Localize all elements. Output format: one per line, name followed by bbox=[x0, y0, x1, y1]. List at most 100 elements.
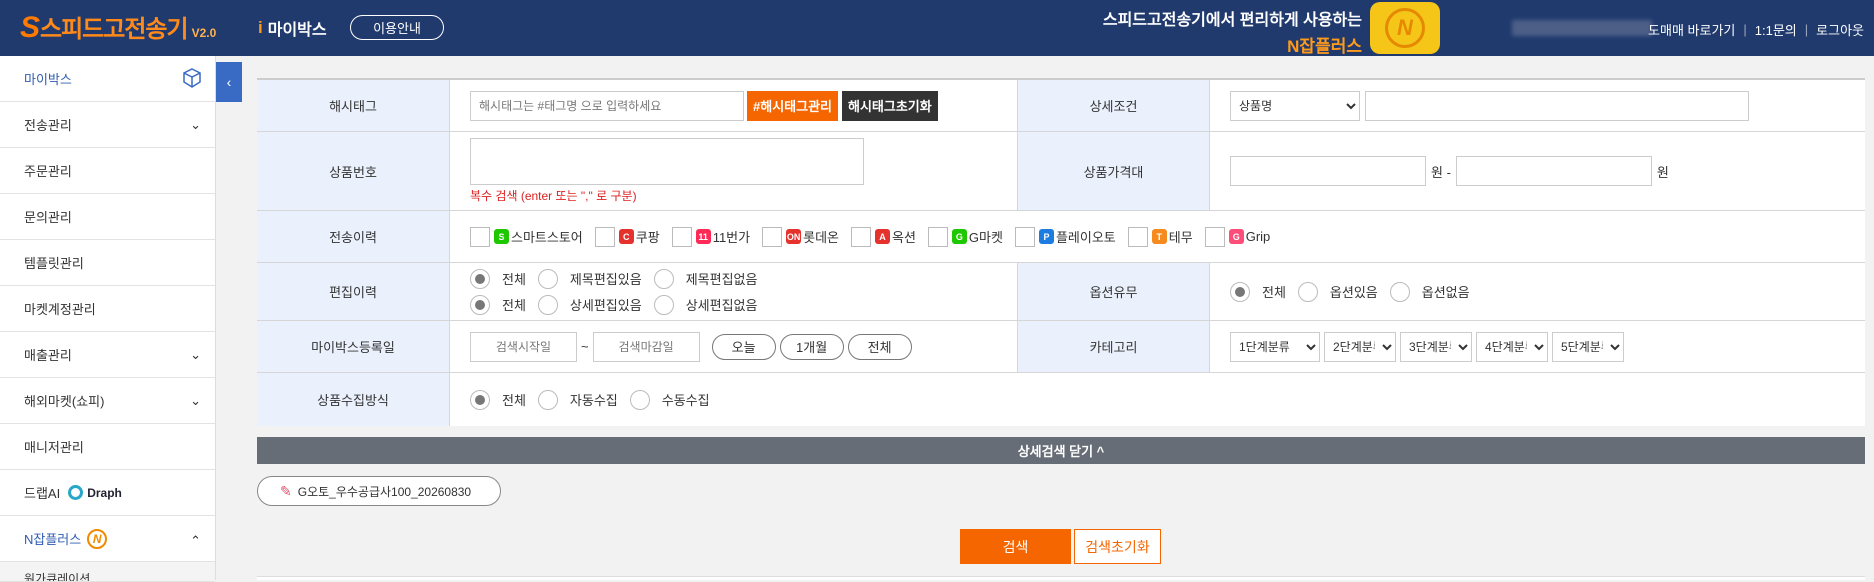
market-checkbox[interactable] bbox=[927, 226, 948, 247]
sidebar-item-cost-curation[interactable]: 원가큐레이션 bbox=[0, 562, 215, 582]
link-separator: | bbox=[1804, 22, 1809, 37]
radio-group-item[interactable]: 상세편집있음 bbox=[537, 294, 642, 315]
market-checkbox-item[interactable]: G G마켓 bbox=[927, 226, 1003, 247]
radio-group-item[interactable]: 자동수집 bbox=[537, 389, 618, 410]
market-checkbox-item[interactable]: C 쿠팡 bbox=[594, 226, 660, 247]
sidebar-item-draph-ai[interactable]: 드랩AI Draph bbox=[0, 470, 215, 516]
nzap-promo-icon[interactable]: N bbox=[1370, 2, 1440, 54]
sidebar-item-sales[interactable]: 매출관리 ⌄ bbox=[0, 332, 215, 378]
market-checkbox-item[interactable]: S 스마트스토어 bbox=[470, 226, 583, 247]
market-checkbox-item[interactable]: G Grip bbox=[1204, 226, 1270, 247]
market-checkbox-item[interactable]: T 테무 bbox=[1127, 226, 1193, 247]
radio-button[interactable] bbox=[537, 389, 558, 410]
hashtag-reset-button[interactable]: 해시태그초기화 bbox=[842, 90, 938, 121]
market-checkbox-item[interactable]: A 옥션 bbox=[851, 226, 916, 247]
market-checkbox-item[interactable]: P 플레이오토 bbox=[1014, 226, 1116, 247]
radio-button[interactable] bbox=[470, 389, 490, 410]
guide-button[interactable]: 이용안내 bbox=[350, 15, 444, 40]
one-month-button[interactable]: 1개월 bbox=[779, 333, 844, 360]
category-level-4-select[interactable]: 4단계분류 bbox=[1476, 331, 1548, 362]
category-level-1-select[interactable]: 1단계분류 bbox=[1230, 331, 1320, 362]
detail-condition-input[interactable] bbox=[1365, 90, 1749, 121]
radio-group-item[interactable]: 제목편집있음 bbox=[537, 268, 642, 289]
end-date-input[interactable] bbox=[592, 331, 700, 362]
hashtag-manage-button[interactable]: #해시태그관리 bbox=[747, 90, 838, 121]
sidebar-item-nzap-plus[interactable]: N잡플러스 N ⌃ bbox=[0, 516, 215, 562]
category-level-2-select[interactable]: 2단계분류 bbox=[1324, 331, 1396, 362]
chevron-down-icon: ⌄ bbox=[190, 393, 201, 408]
market-checkbox[interactable] bbox=[594, 226, 615, 247]
today-button[interactable]: 오늘 bbox=[711, 333, 776, 360]
sidebar-item-managers[interactable]: 매니저관리 bbox=[0, 424, 215, 470]
sidebar-item-overseas[interactable]: 해외마켓(쇼피) ⌄ bbox=[0, 378, 215, 424]
radio-group-item[interactable]: 전체 bbox=[470, 294, 526, 315]
market-checkbox[interactable] bbox=[1127, 226, 1148, 247]
reset-search-button[interactable]: 검색초기화 bbox=[1074, 529, 1161, 564]
market-checkbox[interactable] bbox=[851, 226, 871, 247]
inquiry-link[interactable]: 1:1문의 bbox=[1755, 20, 1797, 39]
market-checkbox[interactable] bbox=[1014, 226, 1035, 247]
radio-button[interactable] bbox=[537, 268, 558, 289]
sidebar-item-market-accounts[interactable]: 마켓계정관리 bbox=[0, 286, 215, 332]
radio-group-item[interactable]: 전체 bbox=[1230, 281, 1286, 302]
radio-button[interactable] bbox=[653, 268, 674, 289]
hashtag-input[interactable] bbox=[470, 90, 744, 121]
radio-button[interactable] bbox=[1297, 281, 1318, 302]
logo-text: 스피드고전송기 bbox=[40, 16, 189, 43]
sidebar-item-label: 전송관리 bbox=[24, 118, 72, 133]
radio-group-item[interactable]: 옵션있음 bbox=[1297, 281, 1378, 302]
reg-date-value: ~ 오늘 1개월 전체 bbox=[450, 321, 1017, 372]
product-no-label: 상품번호 bbox=[257, 132, 450, 210]
radio-button[interactable] bbox=[537, 294, 558, 315]
radio-button[interactable] bbox=[629, 389, 650, 410]
row-hashtag: 해시태그 #해시태그관리 해시태그초기화 상세조건 상품명 bbox=[257, 80, 1865, 132]
start-date-input[interactable] bbox=[470, 331, 577, 362]
radio-button[interactable] bbox=[1230, 281, 1250, 302]
category-level-5-select[interactable]: 5단계분류 bbox=[1552, 331, 1624, 362]
market-checkbox-item[interactable]: 11 11번가 bbox=[671, 226, 750, 247]
price-max-input[interactable] bbox=[1455, 156, 1652, 186]
app-logo[interactable]: S 스피드고전송기 V2.0 bbox=[20, 9, 216, 47]
hashtag-value: #해시태그관리 해시태그초기화 bbox=[450, 80, 1017, 131]
market-checkbox[interactable] bbox=[671, 226, 692, 247]
category-level-3-select[interactable]: 3단계분류 bbox=[1400, 331, 1472, 362]
detail-condition-select[interactable]: 상품명 bbox=[1230, 90, 1360, 121]
radio-group-item[interactable]: 제목편집없음 bbox=[653, 268, 757, 289]
wholesale-link[interactable]: 도매매 바로가기 bbox=[1648, 20, 1735, 39]
radio-label: 상세편집있음 bbox=[569, 298, 642, 313]
radio-button[interactable] bbox=[470, 268, 490, 289]
radio-group-item[interactable]: 수동수집 bbox=[629, 389, 710, 410]
promo-banner[interactable]: 스피드고전송기에서 편리하게 사용하는 N잡플러스 bbox=[1092, 2, 1362, 56]
sidebar-item-templates[interactable]: 템플릿관리 bbox=[0, 240, 215, 286]
radio-group-item[interactable]: 옵션없음 bbox=[1389, 281, 1470, 302]
market-checkbox[interactable] bbox=[1204, 226, 1225, 247]
sidebar-collapse-button[interactable]: ‹ bbox=[216, 62, 242, 102]
close-detail-search-bar[interactable]: 상세검색 닫기 ^ bbox=[257, 437, 1865, 464]
saved-hashtag-chip[interactable]: ✎ G오토_우수공급사100_20260830 bbox=[257, 476, 501, 506]
sidebar-item-label: 드랩AI bbox=[24, 486, 61, 501]
sidebar-item-inquiries[interactable]: 문의관리 bbox=[0, 194, 215, 240]
price-min-input[interactable] bbox=[1230, 156, 1426, 186]
sidebar-item-mybox[interactable]: 마이박스 bbox=[0, 56, 215, 102]
sidebar-item-orders[interactable]: 주문관리 bbox=[0, 148, 215, 194]
market-checkbox[interactable] bbox=[470, 226, 490, 247]
row-edit-history: 편집이력 전체 제목편집있음 제목편집없음 전체 상세편집있음 상세편집없음 옵… bbox=[257, 263, 1865, 321]
market-checkbox-item[interactable]: ON 롯데온 bbox=[762, 226, 839, 247]
radio-button[interactable] bbox=[653, 294, 674, 315]
market-logo-icon: P bbox=[1038, 229, 1054, 244]
product-no-textarea[interactable] bbox=[470, 138, 864, 185]
radio-group-item[interactable]: 전체 bbox=[470, 389, 526, 410]
radio-button[interactable] bbox=[470, 294, 490, 315]
market-checkbox[interactable] bbox=[762, 226, 783, 247]
radio-button[interactable] bbox=[1389, 281, 1410, 302]
sidebar-item-label: 마켓계정관리 bbox=[24, 302, 96, 317]
radio-group-item[interactable]: 상세편집없음 bbox=[653, 294, 757, 315]
all-dates-button[interactable]: 전체 bbox=[847, 333, 912, 360]
logout-link[interactable]: 로그아웃 bbox=[1816, 20, 1864, 39]
radio-group-item[interactable]: 전체 bbox=[470, 268, 526, 289]
market-name: 테무 bbox=[1168, 230, 1193, 245]
row-product-no: 상품번호 복수 검색 (enter 또는 "," 로 구분) 상품가격대 원 -… bbox=[257, 132, 1865, 211]
sidebar-item-transfer[interactable]: 전송관리 ⌄ bbox=[0, 102, 215, 148]
search-button[interactable]: 검색 bbox=[960, 529, 1071, 564]
radio-label: 전체 bbox=[502, 298, 526, 313]
